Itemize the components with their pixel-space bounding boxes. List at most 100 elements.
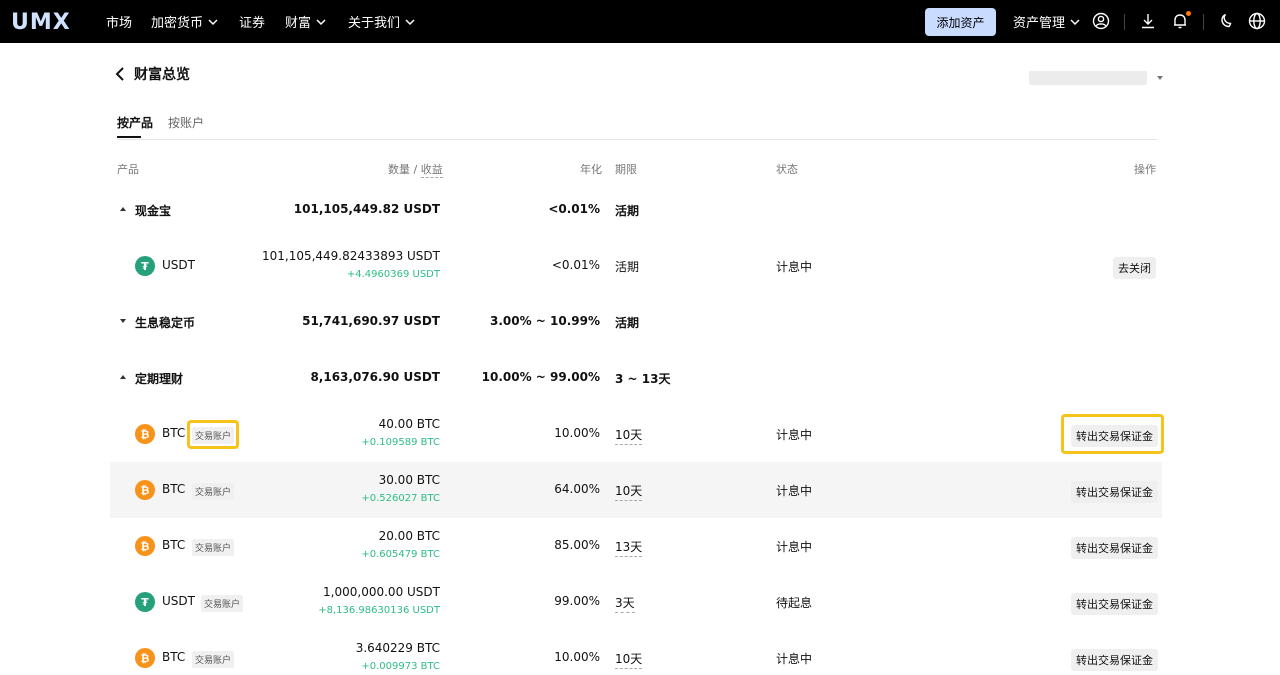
amount: 30.00 BTC xyxy=(378,473,440,487)
moon-icon[interactable] xyxy=(1217,12,1235,30)
tab-by-product[interactable]: 按产品 xyxy=(117,114,153,131)
col-apr: 年化 xyxy=(580,163,602,176)
logo[interactable]: UMX xyxy=(11,10,71,35)
asset-management-menu[interactable]: 资产管理 xyxy=(1013,0,1080,43)
group-apr: 10.00% ~ 99.00% xyxy=(481,370,600,384)
tab-by-account[interactable]: 按账户 xyxy=(168,114,204,131)
table-row: ₿ BTC 交易账户 20.00 BTC +0.605479 BTC 85.00… xyxy=(110,518,1162,574)
add-asset-button[interactable]: 添加资产 xyxy=(925,8,996,36)
notification-dot xyxy=(1186,11,1191,16)
transfer-margin-button[interactable]: 转出交易保证金 xyxy=(1071,537,1158,559)
download-icon[interactable] xyxy=(1139,12,1157,30)
close-button[interactable]: 去关闭 xyxy=(1113,257,1156,279)
account-tag: 交易账户 xyxy=(192,483,235,500)
status: 待起息 xyxy=(776,596,813,610)
group-amount: 101,105,449.82 USDT xyxy=(293,202,440,216)
coin-name: BTC xyxy=(162,650,186,664)
account-name-redacted xyxy=(1029,71,1147,85)
divider xyxy=(1203,14,1204,30)
group-row-cash[interactable]: 现金宝 101,105,449.82 USDT <0.01% 活期 xyxy=(110,182,1162,238)
apr: <0.01% xyxy=(551,258,600,272)
chevron-down-icon xyxy=(1070,18,1080,25)
chevron-down-icon xyxy=(316,18,326,25)
col-term: 期限 xyxy=(615,163,637,176)
earnings: +0.526027 BTC xyxy=(361,493,440,504)
status: 计息中 xyxy=(776,428,813,442)
group-amount: 51,741,690.97 USDT xyxy=(302,314,440,328)
coin-name: USDT xyxy=(162,258,195,272)
table-row: ₿ BTC 交易账户 40.00 BTC +0.109589 BTC 10.00… xyxy=(110,406,1164,462)
earnings: +0.109589 BTC xyxy=(361,437,440,448)
back-button[interactable]: 财富总览 xyxy=(114,64,190,84)
transfer-margin-button[interactable]: 转出交易保证金 xyxy=(1071,481,1158,503)
group-apr: 3.00% ~ 10.99% xyxy=(489,314,600,328)
apr: 10.00% xyxy=(554,426,600,440)
table-row: ₿ BTC 交易账户 30.00 BTC +0.526027 BTC 64.00… xyxy=(110,462,1162,518)
col-product: 产品 xyxy=(117,163,139,176)
usdt-icon: ₮ xyxy=(135,256,155,276)
group-name: 现金宝 xyxy=(135,204,172,218)
apr: 10.00% xyxy=(554,650,600,664)
group-term: 活期 xyxy=(615,316,640,330)
term: 10天 xyxy=(615,426,643,445)
term: 10天 xyxy=(615,482,643,501)
group-term: 3 ~ 13天 xyxy=(615,372,671,386)
col-action: 操作 xyxy=(1134,163,1156,176)
term: 10天 xyxy=(615,650,643,669)
btc-icon: ₿ xyxy=(135,536,155,556)
group-row-fixed[interactable]: 定期理财 8,163,076.90 USDT 10.00% ~ 99.00% 3… xyxy=(110,350,1162,406)
table-row: ₮ USDT 交易账户 1,000,000.00 USDT +8,136.986… xyxy=(110,574,1162,630)
chevron-down-icon xyxy=(405,18,415,25)
chevron-left-icon xyxy=(115,67,124,81)
status: 计息中 xyxy=(776,260,813,274)
nav-crypto[interactable]: 加密货币 xyxy=(151,0,218,43)
coin-name: USDT xyxy=(162,594,195,608)
account-tag: 交易账户 xyxy=(201,595,244,612)
col-status: 状态 xyxy=(776,163,798,176)
highlight-box xyxy=(1061,414,1164,454)
amount: 40.00 BTC xyxy=(378,417,440,431)
term: 13天 xyxy=(615,538,643,557)
highlight-box xyxy=(187,420,239,449)
col-qty: 数量 / 收益 xyxy=(388,163,443,178)
group-name: 生息稳定币 xyxy=(135,316,196,330)
account-select[interactable] xyxy=(1008,68,1164,88)
group-amount: 8,163,076.90 USDT xyxy=(310,370,440,384)
nav-about[interactable]: 关于我们 xyxy=(348,0,415,43)
globe-icon[interactable] xyxy=(1248,12,1266,30)
nav-securities[interactable]: 证券 xyxy=(239,0,265,43)
account-tag: 交易账户 xyxy=(192,651,235,668)
btc-icon: ₿ xyxy=(135,648,155,668)
btc-icon: ₿ xyxy=(135,480,155,500)
usdt-icon: ₮ xyxy=(135,592,155,612)
earnings: +0.605479 BTC xyxy=(361,549,440,560)
group-row-stablecoin[interactable]: 生息稳定币 51,741,690.97 USDT 3.00% ~ 10.99% … xyxy=(110,294,1162,350)
coin-name: BTC xyxy=(162,482,186,496)
status: 计息中 xyxy=(776,540,813,554)
group-name: 定期理财 xyxy=(135,372,184,386)
amount: 20.00 BTC xyxy=(378,529,440,543)
table-row: ₮ USDT 101,105,449.82433893 USDT +4.4960… xyxy=(110,238,1162,294)
tab-active-indicator xyxy=(117,136,141,138)
earnings: +0.009973 BTC xyxy=(361,661,440,672)
tab-bar: 按产品 按账户 xyxy=(117,112,1157,140)
group-apr: <0.01% xyxy=(548,202,600,216)
group-term: 活期 xyxy=(615,204,640,218)
expand-caret-icon[interactable] xyxy=(120,319,126,323)
transfer-margin-button[interactable]: 转出交易保证金 xyxy=(1071,593,1158,615)
coin-name: BTC xyxy=(162,426,186,440)
collapse-caret-icon[interactable] xyxy=(120,375,126,379)
earnings: +4.4960369 USDT xyxy=(346,269,440,280)
nav-market[interactable]: 市场 xyxy=(106,0,132,43)
collapse-caret-icon[interactable] xyxy=(120,207,126,211)
nav-wealth[interactable]: 财富 xyxy=(285,0,326,43)
status: 计息中 xyxy=(776,484,813,498)
user-icon[interactable] xyxy=(1092,12,1110,30)
transfer-margin-button[interactable]: 转出交易保证金 xyxy=(1071,649,1158,671)
term: 3天 xyxy=(615,594,635,613)
amount: 3.640229 BTC xyxy=(355,641,440,655)
term: 活期 xyxy=(615,260,640,274)
earnings: +8,136.98630136 USDT xyxy=(318,605,440,616)
table-row: ₿ BTC 交易账户 3.640229 BTC +0.009973 BTC 10… xyxy=(110,630,1162,675)
status: 计息中 xyxy=(776,652,813,666)
